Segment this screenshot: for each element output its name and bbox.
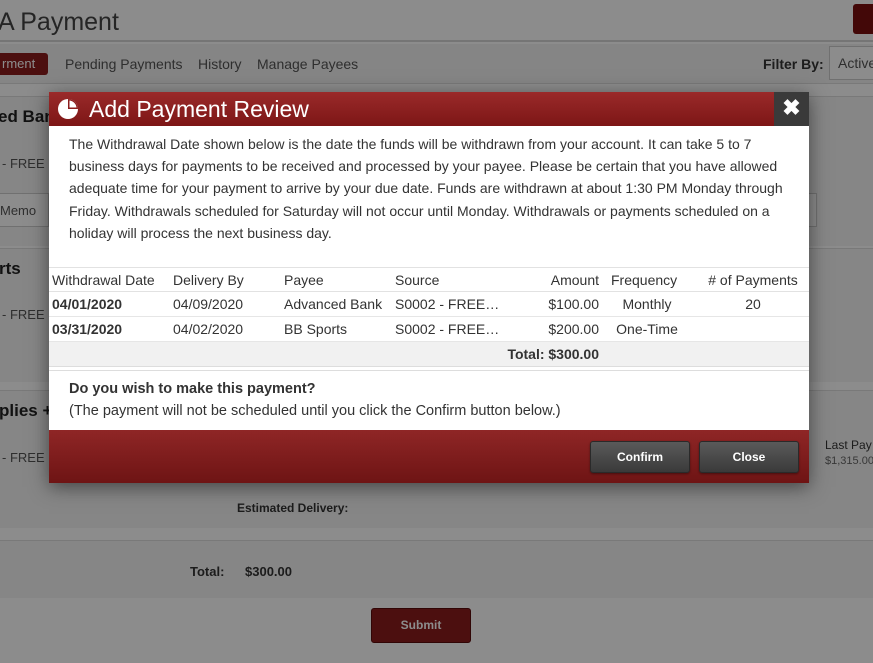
column-header: # of Payments <box>697 267 809 292</box>
table-row: 03/31/2020 04/02/2020 BB Sports S0002 - … <box>49 316 809 342</box>
withdrawal-date: 04/01/2020 <box>49 291 173 317</box>
modal-footer: Confirm Close <box>49 430 809 483</box>
payment-amount: $100.00 <box>523 291 611 317</box>
modal-header: Add Payment Review ✖ <box>49 92 809 126</box>
close-button[interactable]: Close <box>699 441 799 473</box>
column-header: Source <box>395 267 523 292</box>
confirm-button[interactable]: Confirm <box>590 441 690 473</box>
payee-name: BB Sports <box>284 316 395 342</box>
modal-title: Add Payment Review <box>89 96 309 122</box>
payment-frequency: Monthly <box>611 291 697 317</box>
column-header: Withdrawal Date <box>49 267 173 292</box>
confirmation-note: (The payment will not be scheduled until… <box>69 403 561 419</box>
source-account: S0002 - FREE… <box>395 316 523 342</box>
pie-chart-icon <box>58 99 78 119</box>
payment-frequency: One-Time <box>611 316 697 342</box>
column-header: Frequency <box>611 267 697 292</box>
payment-count <box>697 316 809 342</box>
payment-count: 20 <box>697 291 809 317</box>
table-row: 04/01/2020 04/09/2020 Advanced Bank S000… <box>49 291 809 317</box>
confirmation-prompt: Do you wish to make this payment? (The p… <box>69 378 561 422</box>
delivery-date: 04/09/2020 <box>173 291 284 317</box>
delivery-date: 04/02/2020 <box>173 316 284 342</box>
payment-amount: $200.00 <box>523 316 611 342</box>
column-header: Delivery By <box>173 267 284 292</box>
total-amount: Total: $300.00 <box>49 341 611 367</box>
divider <box>49 370 809 371</box>
payee-name: Advanced Bank <box>284 291 395 317</box>
review-instructions: The Withdrawal Date shown below is the d… <box>69 136 783 241</box>
add-payment-review-modal: Add Payment Review ✖ The Withdrawal Date… <box>49 92 809 483</box>
total-row: Total: $300.00 <box>49 341 809 367</box>
column-header: Payee <box>284 267 395 292</box>
confirmation-question: Do you wish to make this payment? <box>69 381 316 397</box>
close-icon[interactable]: ✖ <box>774 92 809 126</box>
source-account: S0002 - FREE… <box>395 291 523 317</box>
table-header-row: Withdrawal Date Delivery By Payee Source… <box>49 267 809 292</box>
withdrawal-date: 03/31/2020 <box>49 316 173 342</box>
column-header: Amount <box>523 267 611 292</box>
payment-review-table: Withdrawal Date Delivery By Payee Source… <box>49 267 809 367</box>
